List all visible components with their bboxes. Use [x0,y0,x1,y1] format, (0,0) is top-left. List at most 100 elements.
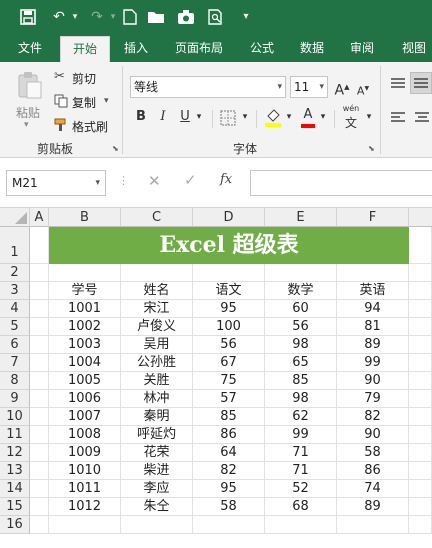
open-folder-icon[interactable] [146,6,166,28]
fill-color-icon[interactable] [264,106,282,128]
table-cell[interactable]: 90 [337,372,409,390]
table-cell[interactable]: 52 [265,480,337,498]
tab-insert[interactable]: 插入 [116,34,156,62]
undo-dropdown-icon[interactable]: ▾ [70,6,80,28]
table-cell[interactable]: 57 [193,390,265,408]
new-file-icon[interactable] [120,6,140,28]
print-preview-icon[interactable] [206,6,226,28]
cell[interactable] [409,426,432,444]
table-cell[interactable]: 柴进 [121,462,193,480]
bold-button[interactable]: B [134,108,148,126]
tab-page-layout[interactable]: 页面布局 [166,34,232,62]
table-cell[interactable]: 关胜 [121,372,193,390]
table-cell[interactable]: 吴用 [121,336,193,354]
table-cell[interactable]: 1008 [49,426,121,444]
cell[interactable] [409,390,432,408]
table-cell[interactable]: 89 [337,336,409,354]
cell[interactable] [30,300,49,318]
font-color-dropdown-icon[interactable]: ▾ [318,108,328,126]
table-cell[interactable]: 1006 [49,390,121,408]
table-cell[interactable]: 67 [193,354,265,372]
cell[interactable] [30,480,49,498]
enter-icon[interactable]: ✓ [184,171,197,189]
table-cell[interactable]: 李应 [121,480,193,498]
tab-data[interactable]: 数据 [292,34,332,62]
formula-input[interactable] [250,170,432,196]
table-cell[interactable]: 94 [337,300,409,318]
cell[interactable] [265,516,337,534]
table-cell[interactable]: 86 [193,426,265,444]
table-cell[interactable]: 卢俊义 [121,318,193,336]
copy-button[interactable]: 复制 [72,94,96,111]
table-cell[interactable]: 公孙胜 [121,354,193,372]
copy-dropdown-icon[interactable]: ▾ [104,96,109,106]
row-header[interactable]: 8 [0,372,30,390]
redo-icon[interactable]: ↷ [86,6,108,28]
row-header[interactable]: 5 [0,318,30,336]
shrink-font-button[interactable]: A▼ [356,80,370,101]
cell[interactable] [337,264,409,282]
table-cell[interactable]: 1009 [49,444,121,462]
cell[interactable] [193,264,265,282]
column-header-d[interactable]: D [193,208,265,227]
select-all-corner[interactable] [0,208,30,227]
table-cell[interactable]: 82 [337,408,409,426]
cell[interactable] [30,227,49,264]
cell[interactable] [409,354,432,372]
align-left-icon[interactable] [390,110,406,124]
tab-formulas[interactable]: 公式 [242,34,282,62]
paste-button[interactable]: 粘贴 [16,104,40,121]
table-cell[interactable]: 林冲 [121,390,193,408]
cell[interactable] [49,516,121,534]
cell[interactable] [30,264,49,282]
cell[interactable] [30,462,49,480]
table-header-cell[interactable]: 数学 [265,282,337,300]
table-cell[interactable]: 68 [265,498,337,516]
table-cell[interactable]: 1010 [49,462,121,480]
cell[interactable] [121,264,193,282]
table-cell[interactable]: 62 [265,408,337,426]
table-cell[interactable]: 1001 [49,300,121,318]
table-cell[interactable]: 朱仝 [121,498,193,516]
table-cell[interactable]: 1011 [49,480,121,498]
font-name-select[interactable]: 等线 ▾ [130,76,286,98]
table-cell[interactable]: 1007 [49,408,121,426]
cell[interactable] [409,444,432,462]
borders-icon[interactable] [220,110,236,126]
font-size-select[interactable]: 11 ▾ [290,76,328,98]
table-cell[interactable]: 64 [193,444,265,462]
align-center-icon[interactable] [414,110,430,124]
cell[interactable] [409,282,432,300]
cell[interactable] [409,480,432,498]
cell[interactable] [409,462,432,480]
cell[interactable] [409,372,432,390]
camera-icon[interactable] [176,6,196,28]
clipboard-launcher-icon[interactable]: ⬊ [112,144,119,153]
phonetic-dropdown-icon[interactable]: ▾ [364,108,374,126]
row-header[interactable]: 12 [0,444,30,462]
cell[interactable] [30,426,49,444]
font-launcher-icon[interactable]: ⬊ [368,144,375,153]
column-header-a[interactable]: A [30,208,49,227]
row-header[interactable]: 4 [0,300,30,318]
table-cell[interactable]: 74 [337,480,409,498]
table-cell[interactable]: 95 [193,480,265,498]
table-cell[interactable]: 90 [337,426,409,444]
table-cell[interactable]: 56 [193,336,265,354]
cell[interactable] [409,264,432,282]
table-cell[interactable]: 89 [337,498,409,516]
table-cell[interactable]: 98 [265,390,337,408]
cell[interactable] [30,318,49,336]
save-icon[interactable] [18,6,38,28]
cell[interactable] [409,336,432,354]
table-title-banner[interactable]: Excel 超级表 [49,227,409,264]
cell[interactable] [409,300,432,318]
cell[interactable] [30,498,49,516]
column-header-f[interactable]: F [337,208,409,227]
cell[interactable] [30,444,49,462]
table-cell[interactable]: 95 [193,300,265,318]
table-cell[interactable]: 99 [337,354,409,372]
font-color-button[interactable]: A [300,106,316,128]
table-cell[interactable]: 1003 [49,336,121,354]
underline-button[interactable]: U [178,108,192,126]
